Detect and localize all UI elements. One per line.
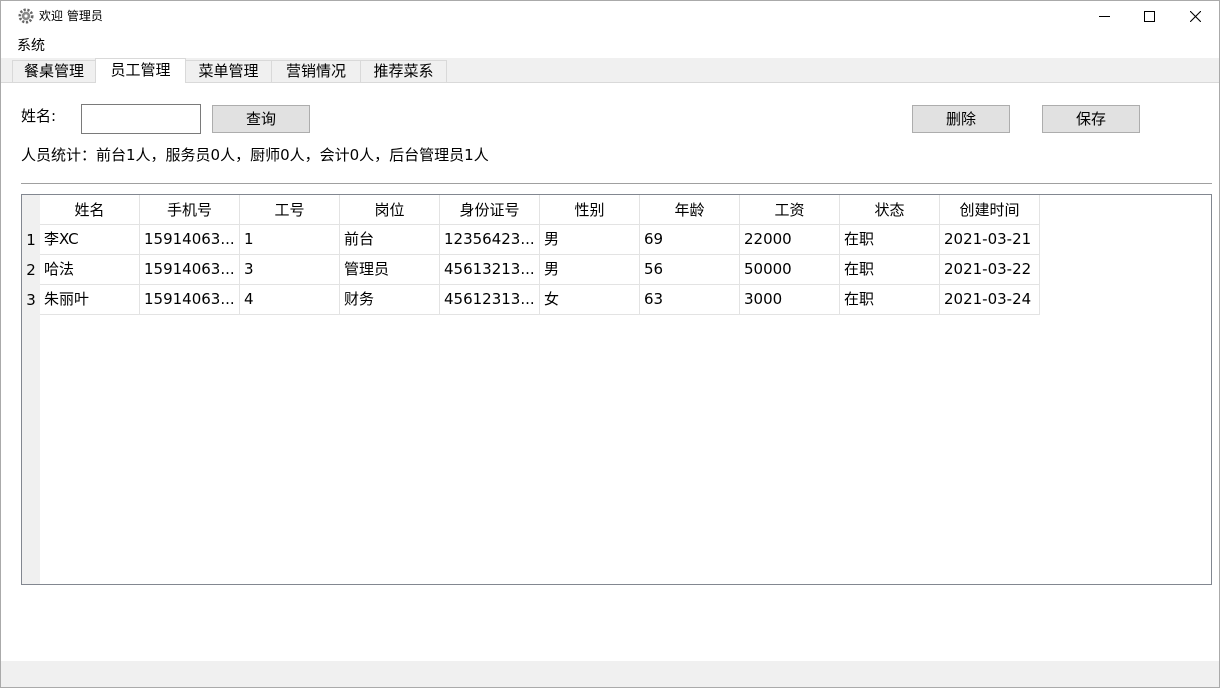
menu-bar: 系统	[1, 34, 1219, 56]
table-cell-phone[interactable]: 15914063...	[140, 255, 240, 285]
table-cell-status[interactable]: 在职	[840, 285, 940, 315]
table-cell-staff-id[interactable]: 3	[240, 255, 340, 285]
table-cell-created-time[interactable]: 2021-03-24	[940, 285, 1040, 315]
table-cell-salary[interactable]: 50000	[740, 255, 840, 285]
table-cell-id-card[interactable]: 12356423...	[440, 225, 540, 255]
column-header-age[interactable]: 年龄	[640, 195, 740, 225]
table-cell-age[interactable]: 69	[640, 225, 740, 255]
table-cell-gender[interactable]: 男	[540, 255, 640, 285]
column-header-salary[interactable]: 工资	[740, 195, 840, 225]
employee-table[interactable]: 姓名 手机号 工号 岗位 身份证号 性别 年龄 工资 状态 创建时间 1 李XC 15914063...…	[21, 194, 1212, 585]
row-number[interactable]: 2	[22, 255, 40, 285]
maximize-icon	[1143, 10, 1155, 22]
status-bar	[1, 661, 1219, 687]
table-cell-status[interactable]: 在职	[840, 225, 940, 255]
table-cell-name[interactable]: 哈法	[40, 255, 140, 285]
separator-line	[21, 183, 1212, 184]
app-window: 欢迎 管理员 系统 餐桌管理 员工管理 菜单管理 营销情况 推荐菜系 姓名: 查…	[0, 0, 1220, 688]
table-cell-salary[interactable]: 3000	[740, 285, 840, 315]
query-button[interactable]: 查询	[212, 105, 310, 133]
column-header-staff-id[interactable]: 工号	[240, 195, 340, 225]
table-cell-gender[interactable]: 女	[540, 285, 640, 315]
column-header-gender[interactable]: 性别	[540, 195, 640, 225]
tab-menu-management[interactable]: 菜单管理	[185, 60, 272, 82]
gear-icon	[18, 8, 34, 24]
staff-statistics: 人员统计：前台1人，服务员0人，厨师0人，会计0人，后台管理员1人	[21, 146, 489, 164]
row-number[interactable]: 1	[22, 225, 40, 255]
title-bar: 欢迎 管理员	[1, 1, 1219, 31]
table-cell-position[interactable]: 财务	[340, 285, 440, 315]
table-cell-name[interactable]: 朱丽叶	[40, 285, 140, 315]
column-header-name[interactable]: 姓名	[40, 195, 140, 225]
table-cell-created-time[interactable]: 2021-03-21	[940, 225, 1040, 255]
table-cell-status[interactable]: 在职	[840, 255, 940, 285]
table-cell-phone[interactable]: 15914063...	[140, 225, 240, 255]
save-button[interactable]: 保存	[1042, 105, 1140, 133]
close-button[interactable]	[1172, 1, 1218, 31]
window-title: 欢迎 管理员	[39, 9, 103, 23]
column-header-id-card[interactable]: 身份证号	[440, 195, 540, 225]
menu-system[interactable]: 系统	[17, 37, 45, 55]
column-header-created-time[interactable]: 创建时间	[940, 195, 1040, 225]
row-number[interactable]: 3	[22, 285, 40, 315]
tab-employee-management[interactable]: 员工管理	[95, 58, 186, 83]
delete-button[interactable]: 删除	[912, 105, 1010, 133]
close-icon	[1189, 10, 1201, 22]
table-cell-position[interactable]: 管理员	[340, 255, 440, 285]
minimize-button[interactable]	[1081, 1, 1127, 31]
column-header-status[interactable]: 状态	[840, 195, 940, 225]
tab-recommended[interactable]: 推荐菜系	[360, 60, 447, 82]
table-cell-staff-id[interactable]: 1	[240, 225, 340, 255]
table-cell-salary[interactable]: 22000	[740, 225, 840, 255]
tab-table-management[interactable]: 餐桌管理	[12, 60, 96, 82]
table-cell-phone[interactable]: 15914063...	[140, 285, 240, 315]
column-header-phone[interactable]: 手机号	[140, 195, 240, 225]
minimize-icon	[1098, 15, 1110, 17]
table-cell-position[interactable]: 前台	[340, 225, 440, 255]
table-cell-id-card[interactable]: 45612313...	[440, 285, 540, 315]
table-cell-staff-id[interactable]: 4	[240, 285, 340, 315]
tab-sales[interactable]: 营销情况	[271, 60, 361, 82]
table-cell-age[interactable]: 56	[640, 255, 740, 285]
table-cell-id-card[interactable]: 45613213...	[440, 255, 540, 285]
table-cell-gender[interactable]: 男	[540, 225, 640, 255]
name-label: 姓名:	[21, 107, 57, 125]
name-search-input[interactable]	[81, 104, 201, 134]
column-header-position[interactable]: 岗位	[340, 195, 440, 225]
table-cell-age[interactable]: 63	[640, 285, 740, 315]
table-cell-created-time[interactable]: 2021-03-22	[940, 255, 1040, 285]
maximize-button[interactable]	[1126, 1, 1172, 31]
table-cell-name[interactable]: 李XC	[40, 225, 140, 255]
